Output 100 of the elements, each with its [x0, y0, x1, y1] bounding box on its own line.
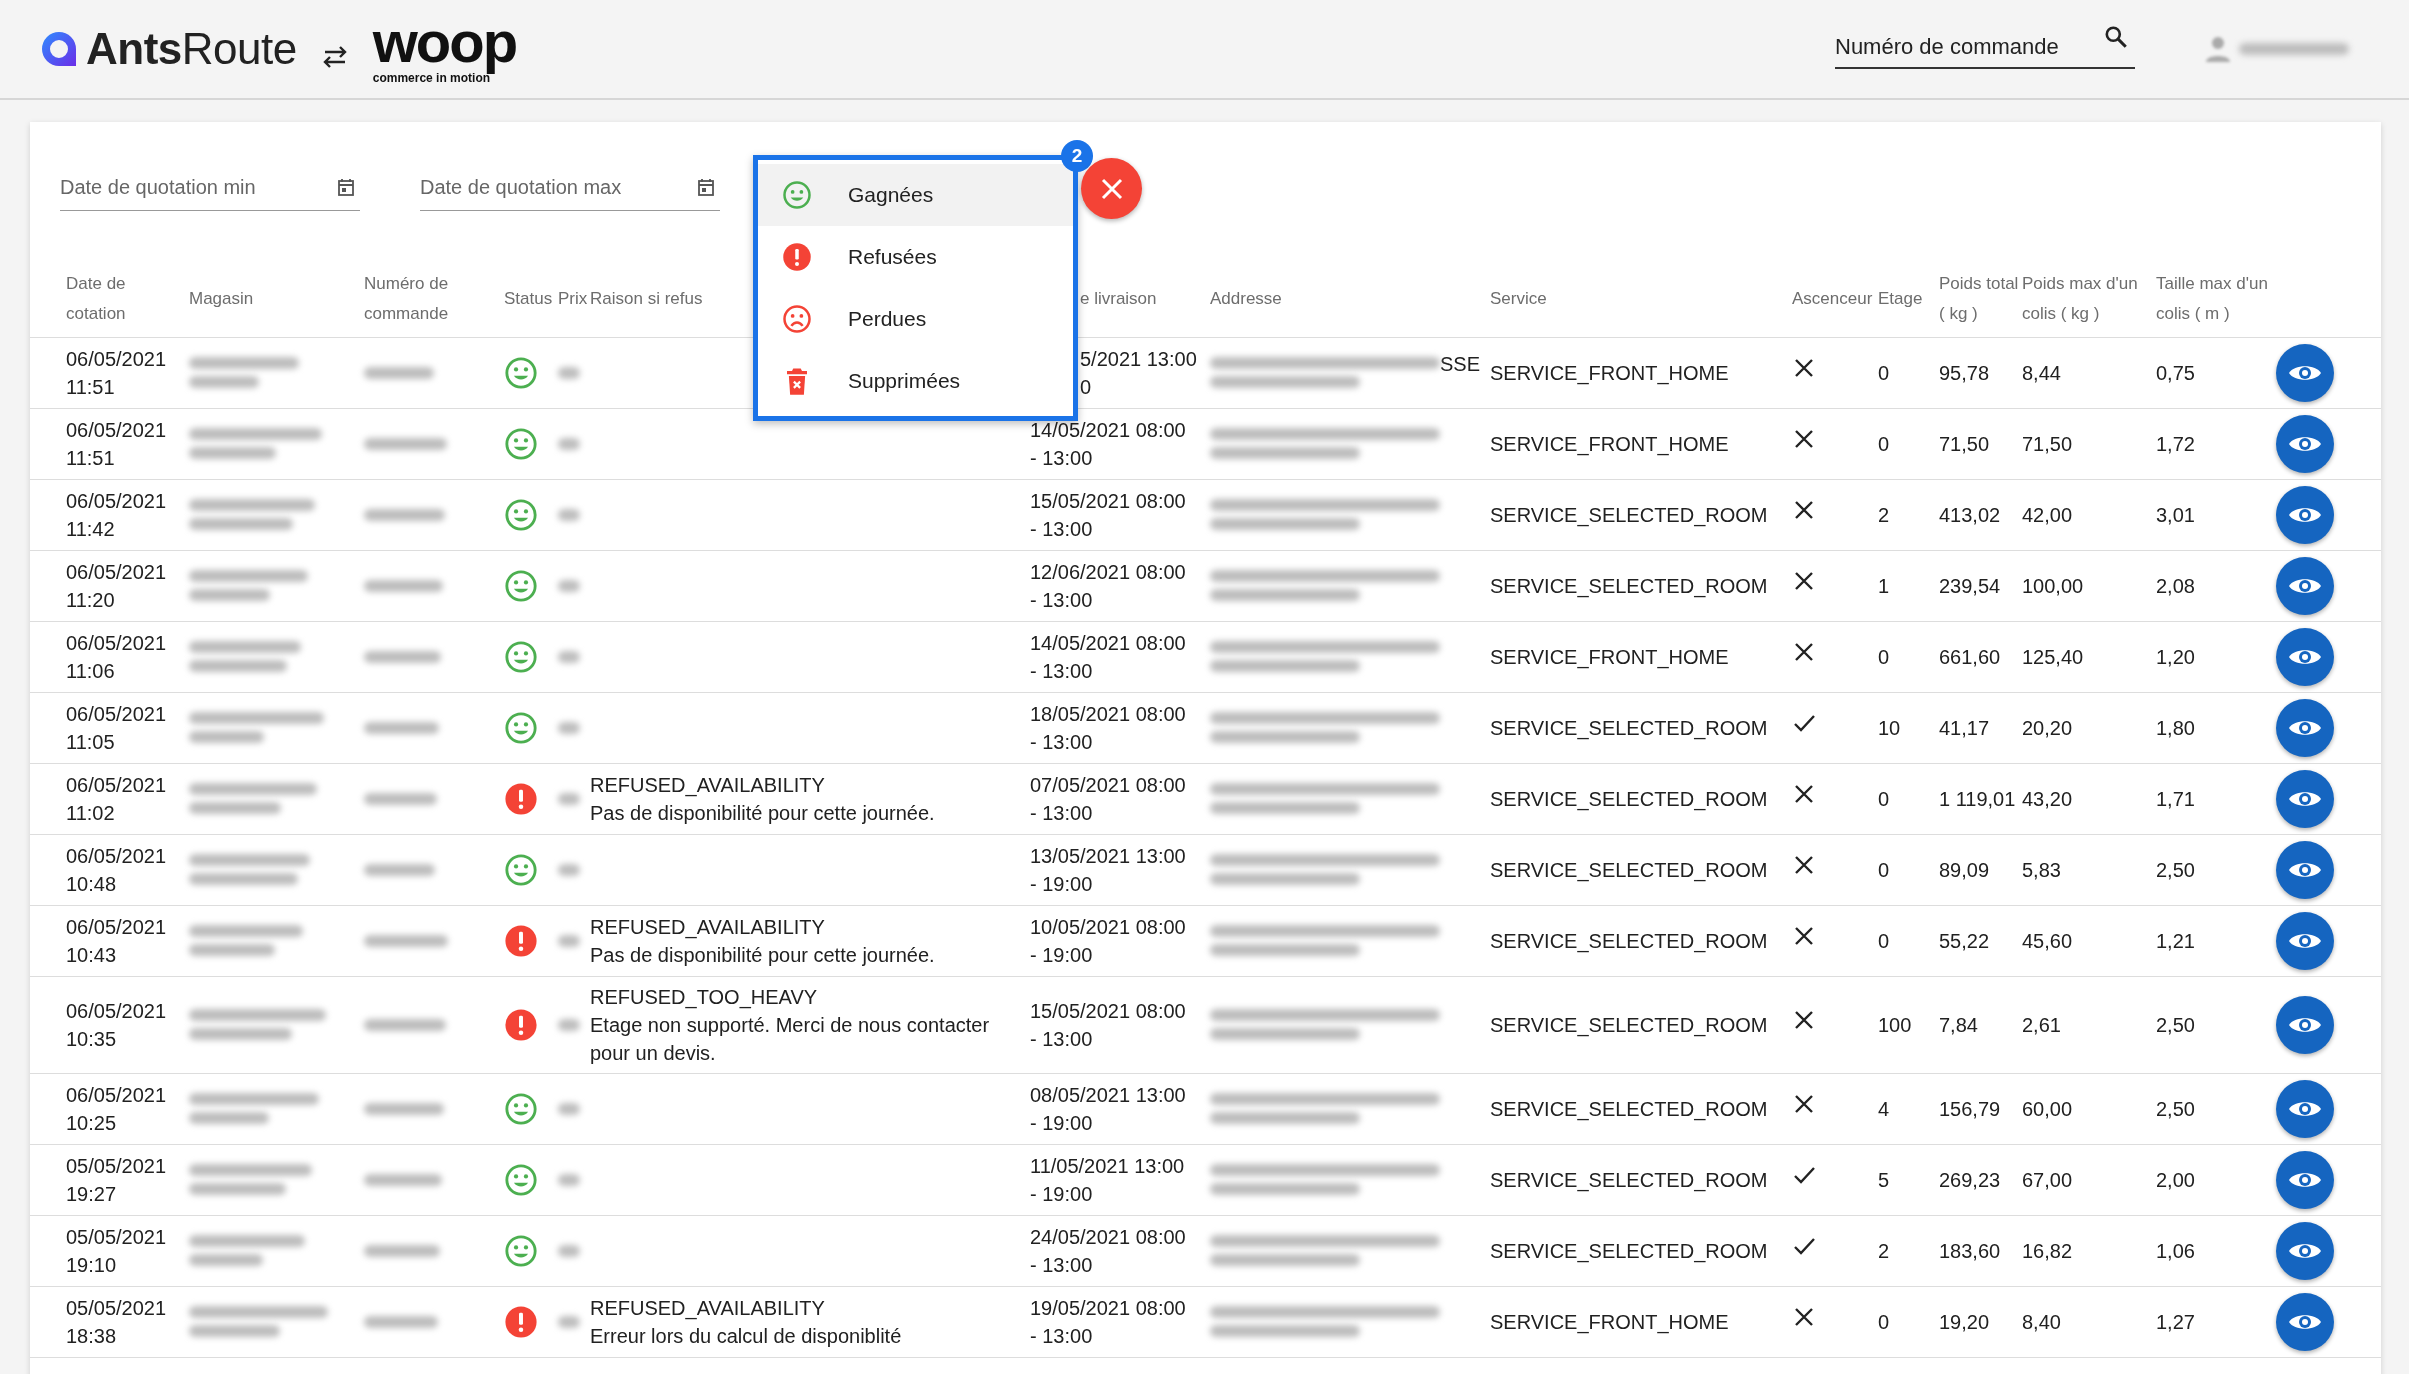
- menu-item[interactable]: Gagnées: [758, 164, 1073, 226]
- view-button[interactable]: [2276, 414, 2334, 473]
- view-button[interactable]: [2276, 840, 2334, 899]
- reason-code: REFUSED_TOO_HEAVY: [590, 984, 819, 1011]
- table-cell-text: 06/05/2021: [66, 417, 168, 443]
- column-header[interactable]: Date de cotation: [66, 269, 187, 329]
- column-header[interactable]: Etage: [1878, 283, 1937, 314]
- column-header[interactable]: e livraison: [1080, 283, 1208, 314]
- reason-code: REFUSED_AVAILABILITY: [590, 1295, 826, 1322]
- column-header[interactable]: Prix: [558, 283, 588, 314]
- view-button[interactable]: [2276, 1150, 2334, 1209]
- column-header[interactable]: Poids total ( kg ): [1939, 269, 2020, 329]
- table-cell-text: 95,78: [1939, 360, 1991, 386]
- table-cell-text: SERVICE_FRONT_HOME: [1490, 431, 1730, 458]
- view-button[interactable]: [2276, 698, 2334, 757]
- table-cell-text: 661,60: [1939, 644, 2002, 670]
- close-button[interactable]: [1081, 158, 1142, 219]
- table-cell-text: 11:51: [66, 445, 116, 471]
- table-cell-text: 8,40: [2022, 1309, 2062, 1335]
- view-button[interactable]: [2276, 1221, 2334, 1280]
- view-button[interactable]: [2276, 995, 2334, 1054]
- table-cell-text: 2,50: [2156, 1012, 2196, 1038]
- menu-item[interactable]: Refusées: [758, 226, 1073, 288]
- table-cell-text: 06/05/2021: [66, 772, 168, 798]
- column-header[interactable]: Status: [504, 283, 556, 314]
- table-cell-text: 10:35: [66, 1026, 118, 1052]
- reason-text: Erreur lors du calcul de disponiblité: [590, 1323, 903, 1349]
- column-header[interactable]: Numéro de commande: [364, 269, 502, 329]
- table-cell-text: 5/2021 13:00: [1080, 346, 1198, 372]
- table-cell-text: - 13:00: [1030, 1323, 1094, 1349]
- table-cell-text: - 13:00: [1030, 516, 1094, 542]
- table-cell-text: 08/05/2021 13:00: [1030, 1082, 1187, 1108]
- view-button[interactable]: [2276, 485, 2334, 544]
- table-cell-text: 0: [1878, 786, 1891, 812]
- menu-item[interactable]: Perdues: [758, 288, 1073, 350]
- table-cell-text: SERVICE_FRONT_HOME: [1490, 1309, 1730, 1336]
- menu-item[interactable]: Supprimées: [758, 350, 1073, 412]
- table-cell-text: 42,00: [2022, 502, 2074, 528]
- calendar-icon[interactable]: [338, 178, 354, 196]
- column-header[interactable]: Ascenceur: [1792, 283, 1876, 314]
- blurred-text: [558, 1018, 580, 1031]
- table-cell-text: 2: [1878, 1238, 1891, 1264]
- table-cell-text: SERVICE_SELECTED_ROOM: [1490, 928, 1769, 955]
- blurred-text: [558, 437, 580, 450]
- blurred-text: [364, 863, 435, 876]
- table-cell-text: 2,08: [2156, 573, 2196, 599]
- table-cell-text: 05/05/2021: [66, 1153, 168, 1179]
- table-cell-text: 0: [1878, 644, 1891, 670]
- table-cell-text: 1,27: [2156, 1309, 2196, 1335]
- search-field[interactable]: Numéro de commande: [1835, 29, 2135, 69]
- table-cell-text: 1,72: [2156, 431, 2196, 457]
- table-cell-text: 18/05/2021 08:00: [1030, 701, 1187, 727]
- table-cell-text: 11:20: [66, 587, 116, 613]
- table-cell-text: 06/05/2021: [66, 843, 168, 869]
- table-cell-text: SSE: [1440, 352, 1481, 377]
- table-cell-text: - 13:00: [1030, 729, 1094, 755]
- table-cell-text: - 13:00: [1030, 587, 1094, 613]
- view-button[interactable]: [2276, 343, 2334, 402]
- table-cell-text: 24/05/2021 08:00: [1030, 1224, 1187, 1250]
- table-cell-text: 45,60: [2022, 928, 2074, 954]
- close-icon[interactable]: [1099, 176, 1124, 201]
- blurred-text: [558, 579, 580, 592]
- view-button[interactable]: [2276, 556, 2334, 615]
- blurred-text: [558, 792, 580, 805]
- table-cell-text: SERVICE_FRONT_HOME: [1490, 360, 1730, 387]
- table-cell-text: 2,50: [2156, 857, 2196, 883]
- table-cell-text: - 19:00: [1030, 1181, 1094, 1207]
- sad-face-icon: [782, 304, 812, 334]
- table-cell-text: 0: [1878, 1309, 1891, 1335]
- logo-text: AntsRoute: [86, 23, 297, 75]
- exclamation-icon: [782, 242, 812, 272]
- column-header[interactable]: Service: [1490, 283, 1790, 314]
- table-cell-text: 06/05/2021: [66, 1082, 168, 1108]
- table-cell-text: 8,44: [2022, 360, 2062, 386]
- table-cell-text: 20,20: [2022, 715, 2074, 741]
- blurred-text: [558, 934, 580, 947]
- reason-text: Pas de disponibilité pour cette journée.: [590, 800, 936, 826]
- date-field[interactable]: Date de quotation max: [420, 172, 720, 211]
- column-header[interactable]: Poids max d'un colis ( kg ): [2022, 269, 2154, 329]
- table-cell-text: 11:02: [66, 800, 116, 826]
- view-button[interactable]: [2276, 1292, 2334, 1351]
- table-cell-text: 183,60: [1939, 1238, 2002, 1264]
- view-button[interactable]: [2276, 769, 2334, 828]
- table-cell-text: SERVICE_SELECTED_ROOM: [1490, 786, 1769, 813]
- table-cell-text: 100,00: [2022, 573, 2085, 599]
- table-cell-text: - 19:00: [1030, 942, 1094, 968]
- table-cell-text: 1,21: [2156, 928, 2196, 954]
- table-cell-text: 71,50: [1939, 431, 1991, 457]
- date-field[interactable]: Date de quotation min: [60, 172, 360, 211]
- column-header[interactable]: Addresse: [1210, 283, 1488, 314]
- table-cell-text: 5,83: [2022, 857, 2062, 883]
- table-cell-text: 19:10: [66, 1252, 118, 1278]
- view-button[interactable]: [2276, 1079, 2334, 1138]
- calendar-icon[interactable]: [698, 178, 714, 196]
- view-button[interactable]: [2276, 911, 2334, 970]
- column-header[interactable]: Taille max d'un colis ( m ): [2156, 269, 2274, 329]
- column-header[interactable]: Magasin: [189, 283, 362, 314]
- table-cell-text: SERVICE_SELECTED_ROOM: [1490, 1096, 1769, 1123]
- blurred-text: [558, 1315, 580, 1328]
- view-button[interactable]: [2276, 627, 2334, 686]
